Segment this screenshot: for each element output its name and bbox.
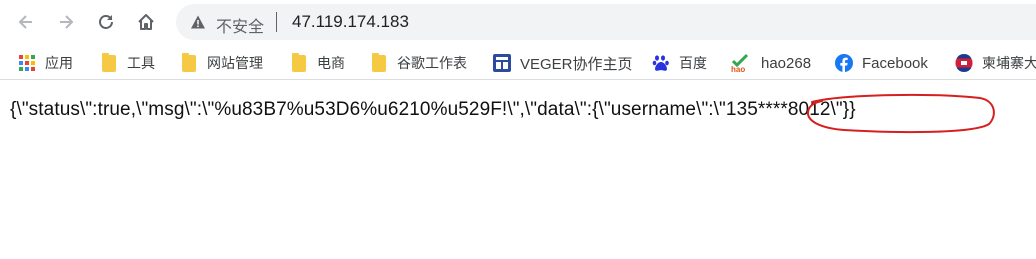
reload-button[interactable] bbox=[90, 6, 122, 38]
bookmark-folder-google-sheets[interactable]: 谷歌工作表 bbox=[370, 50, 467, 76]
bookmark-label: VEGER协作主页 bbox=[520, 55, 633, 73]
facebook-icon bbox=[835, 54, 853, 72]
warning-triangle-icon[interactable] bbox=[190, 14, 206, 30]
home-icon bbox=[138, 14, 154, 30]
bookmark-label: Facebook bbox=[862, 54, 928, 72]
bookmark-hao268[interactable]: hao hao268 bbox=[730, 50, 811, 76]
home-button[interactable] bbox=[130, 6, 162, 38]
bookmark-label: 网站管理 bbox=[207, 56, 263, 72]
cambodia-flag-icon bbox=[955, 54, 973, 72]
bookmark-folder-tools[interactable]: 工具 bbox=[100, 50, 155, 76]
bookmark-folder-site-admin[interactable]: 网站管理 bbox=[180, 50, 263, 76]
forward-button[interactable] bbox=[50, 6, 82, 38]
json-response-text: {\"status\":true,\"msg\":\"%u83B7%u53D6%… bbox=[10, 99, 856, 120]
bookmark-label: 百度 bbox=[679, 56, 707, 72]
bookmark-veger[interactable]: VEGER协作主页 bbox=[493, 50, 633, 76]
bookmark-label: 柬埔寨大 bbox=[982, 56, 1036, 72]
svg-text:hao: hao bbox=[731, 65, 745, 73]
back-button[interactable] bbox=[10, 6, 42, 38]
arrow-right-icon bbox=[60, 15, 74, 29]
bookmark-cambodia[interactable]: 柬埔寨大 bbox=[955, 50, 1036, 76]
apps-grid-icon bbox=[18, 54, 36, 72]
bookmark-label: 谷歌工作表 bbox=[397, 56, 467, 72]
bookmark-label: 电商 bbox=[317, 56, 345, 72]
bookmark-facebook[interactable]: Facebook bbox=[835, 50, 928, 76]
reload-icon bbox=[99, 15, 113, 29]
browser-toolbar: 不安全 47.119.174.183 bbox=[0, 0, 1036, 44]
folder-icon bbox=[290, 52, 308, 72]
bookmarks-bar: 应用 工具 网站管理 电商 谷歌工作表 VEGER协作主页 百度 hao hao… bbox=[0, 46, 1036, 80]
folder-icon bbox=[180, 52, 198, 72]
bookmark-folder-ecommerce[interactable]: 电商 bbox=[290, 50, 345, 76]
hao268-icon: hao bbox=[730, 53, 752, 73]
bookmark-apps[interactable]: 应用 bbox=[18, 50, 73, 76]
bookmark-baidu[interactable]: 百度 bbox=[652, 50, 707, 76]
folder-icon bbox=[370, 52, 388, 72]
veger-icon bbox=[493, 54, 511, 72]
bookmark-label: 应用 bbox=[45, 56, 73, 72]
address-bar[interactable]: 不安全 47.119.174.183 bbox=[176, 4, 1036, 40]
baidu-paw-icon bbox=[652, 54, 670, 72]
arrow-left-icon bbox=[18, 15, 32, 29]
bookmark-label: hao268 bbox=[761, 54, 812, 72]
annotation-circle bbox=[806, 93, 995, 134]
omnibox-separator bbox=[276, 12, 277, 32]
security-indicator-text[interactable]: 不安全 bbox=[216, 13, 264, 37]
folder-icon bbox=[100, 52, 118, 72]
url-text[interactable]: 47.119.174.183 bbox=[292, 12, 409, 32]
bookmark-label: 工具 bbox=[127, 56, 155, 72]
